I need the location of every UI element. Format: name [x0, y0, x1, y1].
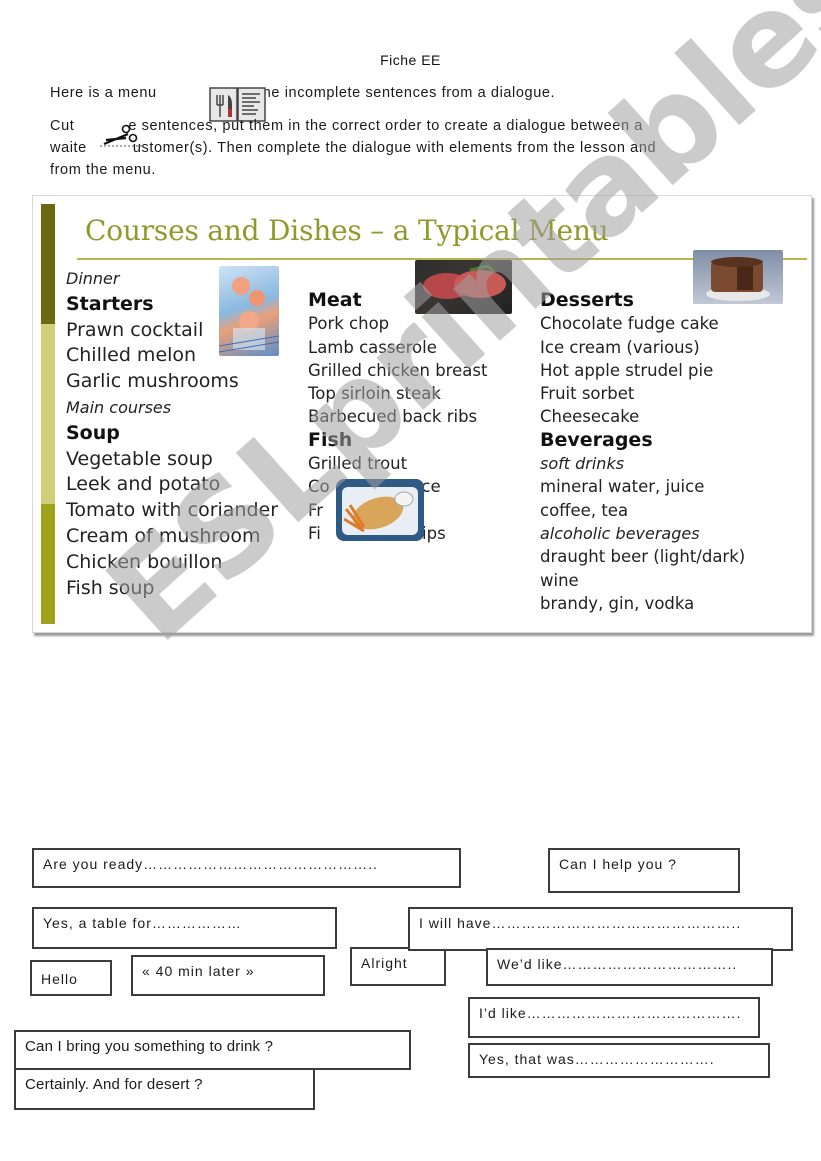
menu-item: Cream of mushroom [66, 524, 261, 547]
chocolate-cake-photo [693, 250, 783, 304]
steak-photo [415, 260, 512, 314]
menu-item: Barbecued back ribs [308, 407, 478, 427]
menu-item: Hot apple strudel pie [540, 360, 714, 380]
menu-item: Garlic mushrooms [66, 370, 239, 393]
prawn-cocktail-photo [218, 266, 280, 356]
dialogue-strip[interactable]: I’d like……………………………………. [468, 997, 760, 1038]
menu-subheading: Main courses [66, 397, 172, 417]
instruction-text: Here is a menu [50, 85, 157, 101]
menu-item: Fruit sorbet [540, 384, 635, 404]
menu-subheading: soft drinks [540, 454, 625, 474]
menu-section-heading: Beverages [540, 428, 653, 451]
menu-section-heading: Fish [308, 428, 353, 451]
dialogue-strip[interactable]: Can I bring you something to drink ? [14, 1030, 411, 1070]
dialogue-strip[interactable]: Certainly. And for desert ? [14, 1068, 315, 1110]
menu-title: Courses and Dishes – a Typical Menu [85, 214, 609, 247]
menu-item: Pork chop [308, 314, 390, 334]
dialogue-strip[interactable]: Are you ready……………………………………….. [32, 848, 461, 888]
menu-item: coffee, tea [540, 500, 629, 520]
instruction-text: Cut [50, 118, 75, 134]
menu-item: Fish soup [66, 576, 155, 599]
dialogue-strip[interactable]: Alright [350, 947, 446, 986]
accent-bar-top [41, 204, 55, 324]
worksheet-title: Fiche EE [380, 52, 441, 68]
menu-item: Chocolate fudge cake [540, 314, 719, 334]
dialogue-strip[interactable]: Yes, that was………………………. [468, 1043, 770, 1078]
accent-bar-bottom [41, 504, 55, 624]
menu-item: Lamb casserole [308, 337, 437, 357]
menu-item: draught beer (light/dark) [540, 547, 746, 567]
menu-subheading: alcoholic beverages [540, 523, 700, 543]
menu-item: Vegetable soup [66, 447, 213, 470]
menu-item: Leek and potato [66, 473, 221, 496]
dialogue-strip[interactable]: We’d like…………………………….. [486, 948, 773, 986]
instruction-text: e sentences, put them in the correct ord… [128, 118, 643, 134]
instruction-line-4: from the menu. [50, 162, 156, 178]
instruction-line-1: Here is a menu me incomplete sentences fr… [50, 85, 555, 101]
scissors-icon [98, 122, 146, 152]
dialogue-strip[interactable]: Hello [30, 960, 112, 996]
menu-item: Top sirloin steak [308, 384, 441, 404]
menu-item: mineral water, juice [540, 477, 705, 497]
dialogue-strip[interactable]: Can I help you ? [548, 848, 740, 893]
menu-item: Grilled chicken breast [308, 360, 488, 380]
menu-section-heading: Soup [66, 421, 120, 444]
fish-and-chips-photo [336, 479, 424, 541]
menu-item: Ice cream (various) [540, 337, 700, 357]
menu-item: Chicken bouillon [66, 550, 223, 573]
instruction-text: me incomplete sentences from a dialogue. [258, 85, 556, 101]
menu-card: Courses and Dishes – a Typical Menu Dinn… [32, 195, 812, 633]
menu-item: wine [540, 570, 579, 590]
accent-bar-middle [41, 324, 55, 504]
menu-item: Grilled trout [308, 454, 408, 474]
dialogue-strip[interactable]: Yes, a table for……………… [32, 907, 337, 949]
instruction-text: waite [50, 140, 87, 156]
menu-item: brandy, gin, vodka [540, 593, 695, 613]
menu-item: Tomato with coriander [66, 499, 279, 522]
dialogue-strip[interactable]: « 40 min later » [131, 955, 325, 996]
instruction-text: ustomer(s). Then complete the dialogue w… [132, 140, 657, 156]
menu-item: Cheesecake [540, 407, 640, 427]
dialogue-strip[interactable]: I will have………………………………………….. [408, 907, 793, 951]
menu-column-desserts-beverages: Desserts Chocolate fudge cake Ice cream (v… [540, 289, 745, 615]
